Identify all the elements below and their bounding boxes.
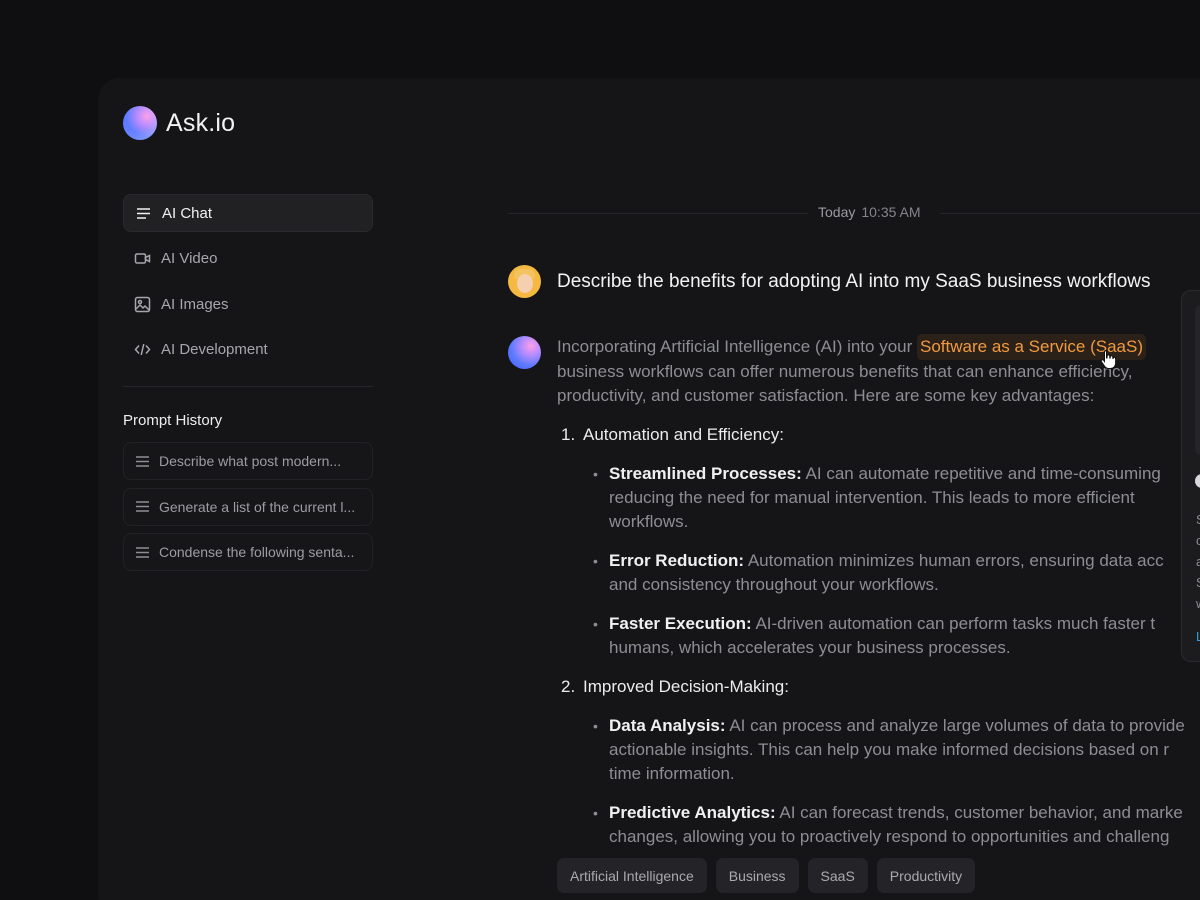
menu-lines-icon <box>137 207 150 219</box>
code-icon <box>134 343 151 356</box>
brand-logo <box>123 106 157 140</box>
image-icon <box>134 296 151 312</box>
user-question: Describe the benefits for adopting AI in… <box>557 270 1151 292</box>
list-item: Faster Execution: AI-driven automation c… <box>557 612 1197 660</box>
timestamp: Today 10:35 AM <box>818 204 921 220</box>
tag-chip[interactable]: Business <box>715 858 799 893</box>
section-title: 1. Automation and Efficiency: <box>561 425 784 444</box>
prompt-history-title: Prompt History <box>123 412 223 429</box>
avatar <box>508 265 541 298</box>
sidebar-item-ai-images[interactable]: AI Images <box>123 285 373 323</box>
tag-chip[interactable]: SaaS <box>807 858 868 893</box>
sidebar-item-ai-development[interactable]: AI Development <box>123 331 373 369</box>
section-title: 2. Improved Decision-Making: <box>561 677 789 696</box>
menu-lines-icon <box>136 501 149 512</box>
tag-chip[interactable]: Artificial Intelligence <box>557 858 707 893</box>
sidebar-item-label: AI Development <box>161 341 268 358</box>
popover-avatar <box>1195 474 1200 488</box>
brand-name: Ask.io <box>166 108 236 137</box>
history-item-label: Generate a list of the current l... <box>159 498 356 515</box>
history-item-label: Condense the following senta... <box>159 544 355 560</box>
assistant-avatar <box>508 336 541 369</box>
list-item: Predictive Analytics: AI can forecast tr… <box>557 801 1197 849</box>
time-separator: Today 10:35 AM <box>508 202 1200 224</box>
sidebar-item-label: AI Chat <box>162 204 213 222</box>
term-popover: S c a S w L <box>1181 290 1200 662</box>
video-icon <box>134 253 151 264</box>
list-item: Error Reduction: Automation minimizes hu… <box>557 549 1197 597</box>
history-item[interactable]: Describe what post modern... <box>123 442 373 480</box>
sidebar-item-label: AI Video <box>161 250 218 267</box>
history-item-label: Describe what post modern... <box>159 453 342 469</box>
time-label: 10:35 AM <box>861 204 921 220</box>
user-message: Describe the benefits for adopting AI in… <box>508 265 1151 298</box>
separator-line <box>940 213 1200 214</box>
popover-text: S c a S w <box>1196 512 1200 611</box>
separator-line <box>508 213 808 214</box>
prompt-history-list: Describe what post modern... Generate a … <box>123 442 373 579</box>
brand: Ask.io <box>123 106 235 140</box>
tag-chip[interactable]: Productivity <box>876 858 976 893</box>
tag-list: Artificial Intelligence Business SaaS Pr… <box>557 858 984 893</box>
menu-lines-icon <box>136 455 149 467</box>
date-label: Today <box>818 204 856 220</box>
hand-pointer-icon <box>1100 350 1116 369</box>
assistant-answer: Incorporating Artificial Intelligence (A… <box>557 334 1197 849</box>
popover-link[interactable]: L <box>1196 629 1200 644</box>
history-item[interactable]: Condense the following senta... <box>123 533 373 571</box>
sidebar-nav: AI Chat AI Video AI Images AI Developmen… <box>123 194 373 376</box>
sidebar-item-ai-video[interactable]: AI Video <box>123 240 373 278</box>
sidebar-divider <box>123 386 373 387</box>
popover-image <box>1195 305 1200 455</box>
sidebar-item-ai-chat[interactable]: AI Chat <box>123 194 373 232</box>
list-item: Streamlined Processes: AI can automate r… <box>557 462 1197 534</box>
history-item[interactable]: Generate a list of the current l... <box>123 487 373 526</box>
menu-lines-icon <box>136 546 149 558</box>
answer-intro: Incorporating Artificial Intelligence (A… <box>557 334 1197 408</box>
sidebar-item-label: AI Images <box>161 295 229 313</box>
list-item: Data Analysis: AI can process and analyz… <box>557 714 1197 786</box>
